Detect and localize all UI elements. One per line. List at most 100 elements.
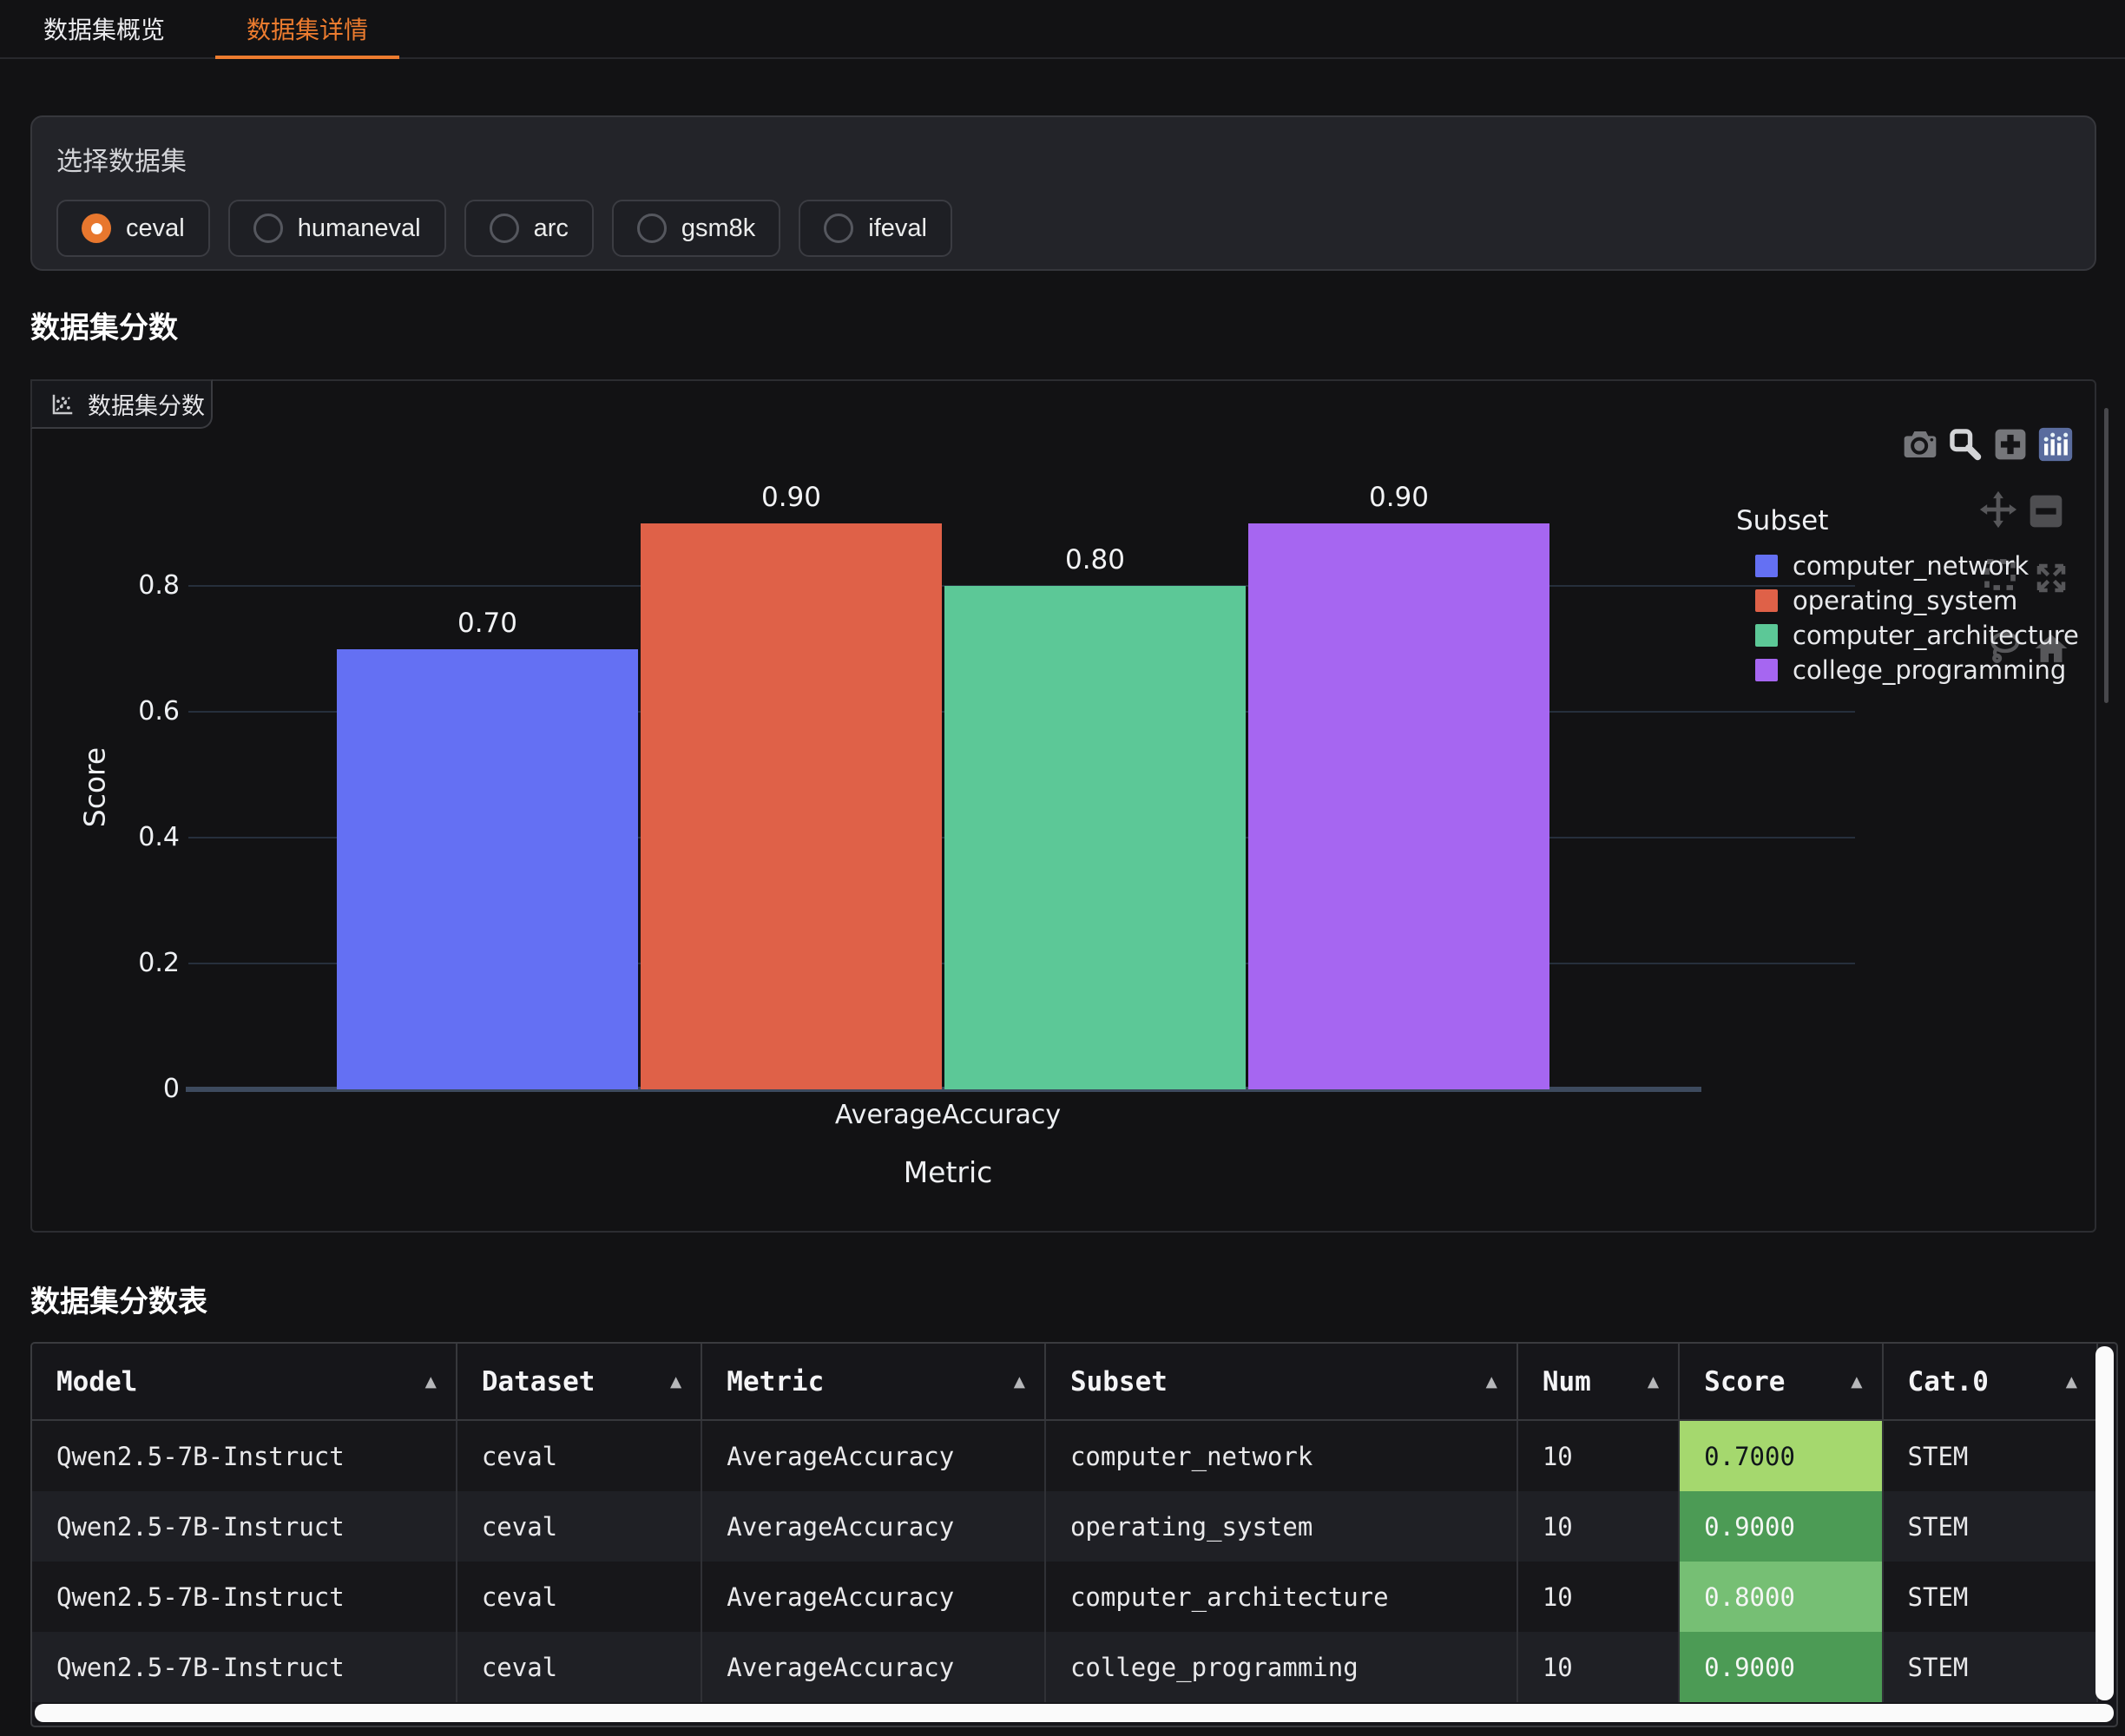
zoom-in-icon[interactable] — [1993, 427, 2028, 462]
radio-unselected-icon — [490, 214, 519, 243]
bar-value-label: 0.80 — [944, 544, 1246, 575]
scatter-plot-icon — [49, 391, 76, 418]
radio-unselected-icon — [824, 214, 853, 243]
cell-dataset: ceval — [457, 1562, 701, 1632]
zoom-icon[interactable] — [1948, 427, 1983, 462]
page-scrollbar-thumb[interactable] — [2104, 408, 2109, 703]
sort-ascending-icon[interactable]: ▲ — [425, 1371, 437, 1392]
column-header-score[interactable]: Score▲ — [1679, 1344, 1882, 1420]
cell-cat-0: STEM — [1883, 1420, 2097, 1491]
column-header-dataset[interactable]: Dataset▲ — [457, 1344, 701, 1420]
legend-item-computer_architecture[interactable]: computer_architecture — [1736, 618, 2079, 653]
table-row: Qwen2.5-7B-InstructcevalAverageAccuracyc… — [32, 1420, 2097, 1491]
y-axis-tick-label: 0.6 — [32, 696, 180, 727]
cell-cat-0: STEM — [1883, 1491, 2097, 1562]
table-section-title: 数据集分数表 — [30, 1278, 207, 1320]
legend-item-label: college_programming — [1793, 655, 2066, 685]
bar-operating_system[interactable] — [641, 523, 942, 1090]
cell-cat-0: STEM — [1883, 1562, 2097, 1632]
sort-ascending-icon[interactable]: ▲ — [670, 1371, 681, 1392]
bar-value-label: 0.90 — [1248, 482, 1549, 513]
sort-ascending-icon[interactable]: ▲ — [1486, 1371, 1497, 1392]
plotly-logo-icon[interactable] — [2038, 427, 2073, 462]
column-header-model[interactable]: Model▲ — [32, 1344, 457, 1420]
sort-ascending-icon[interactable]: ▲ — [1648, 1371, 1659, 1392]
cell-model: Qwen2.5-7B-Instruct — [32, 1420, 457, 1491]
cell-num: 10 — [1517, 1420, 1679, 1491]
table-horizontal-scrollbar[interactable] — [35, 1704, 2114, 1722]
cell-dataset: ceval — [457, 1420, 701, 1491]
table-vertical-scrollbar[interactable] — [2095, 1346, 2114, 1700]
y-axis-title: Score — [78, 747, 112, 827]
bar-college_programming[interactable] — [1248, 523, 1549, 1090]
plot-panel: 数据集分数 — [30, 379, 2096, 1233]
scores-table: Model▲Dataset▲Metric▲Subset▲Num▲Score▲Ca… — [30, 1342, 2118, 1727]
bar-value-label: 0.70 — [337, 608, 638, 639]
cell-num: 10 — [1517, 1562, 1679, 1632]
chart-section-title: 数据集分数 — [30, 304, 178, 346]
column-header-subset[interactable]: Subset▲ — [1045, 1344, 1517, 1420]
app-page: 数据集概览 数据集详情 选择数据集 ceval humaneval arc gsm8k… — [0, 0, 2125, 1736]
cell-num: 10 — [1517, 1632, 1679, 1702]
plot-label: 数据集分数 — [30, 379, 213, 429]
column-header-cat-0[interactable]: Cat.0▲ — [1883, 1344, 2097, 1420]
dataset-radio-ifeval[interactable]: ifeval — [799, 200, 952, 257]
cell-subset: college_programming — [1045, 1632, 1517, 1702]
chart-legend: Subset computer_networkoperating_systemc… — [1736, 505, 2079, 687]
cell-metric: AverageAccuracy — [701, 1420, 1045, 1491]
legend-items: computer_network operating_system computer… — [1736, 549, 2079, 687]
cell-metric: AverageAccuracy — [701, 1562, 1045, 1632]
legend-title: Subset — [1736, 505, 2079, 536]
column-header-num[interactable]: Num▲ — [1517, 1344, 1679, 1420]
tab-bar: 数据集概览 数据集详情 — [0, 0, 2125, 59]
y-axis-tick-label: 0 — [32, 1074, 180, 1105]
cell-dataset: ceval — [457, 1632, 701, 1702]
bar-value-label: 0.90 — [641, 482, 942, 513]
dataset-radio-group: ceval humaneval arc gsm8k ifeval — [56, 200, 2070, 257]
legend-item-label: computer_architecture — [1793, 621, 2079, 650]
cell-metric: AverageAccuracy — [701, 1632, 1045, 1702]
cell-dataset: ceval — [457, 1491, 701, 1562]
radio-label: arc — [534, 214, 569, 243]
legend-item-label: operating_system — [1793, 586, 2017, 615]
radio-label: humaneval — [298, 214, 421, 243]
bar-computer_architecture[interactable] — [944, 586, 1246, 1089]
legend-swatch — [1755, 659, 1778, 681]
legend-swatch — [1755, 555, 1778, 577]
tab-dataset-details[interactable]: 数据集详情 — [215, 0, 399, 57]
column-header-metric[interactable]: Metric▲ — [701, 1344, 1045, 1420]
cell-score: 0.9000 — [1679, 1491, 1882, 1562]
cell-model: Qwen2.5-7B-Instruct — [32, 1562, 457, 1632]
cell-score: 0.7000 — [1679, 1420, 1882, 1491]
bar-computer_network[interactable] — [337, 649, 638, 1090]
radio-label: gsm8k — [681, 214, 755, 243]
dataset-radio-arc[interactable]: arc — [464, 200, 594, 257]
dataset-selector-label: 选择数据集 — [56, 140, 2070, 178]
cell-subset: computer_architecture — [1045, 1562, 1517, 1632]
y-axis-tick-label: 0.2 — [32, 948, 180, 979]
table-header-row: Model▲Dataset▲Metric▲Subset▲Num▲Score▲Ca… — [32, 1344, 2097, 1420]
dataset-radio-ceval[interactable]: ceval — [56, 200, 210, 257]
legend-item-computer_network[interactable]: computer_network — [1736, 549, 2079, 583]
cell-subset: operating_system — [1045, 1491, 1517, 1562]
cell-cat-0: STEM — [1883, 1632, 2097, 1702]
sort-ascending-icon[interactable]: ▲ — [1851, 1371, 1862, 1392]
tab-dataset-overview[interactable]: 数据集概览 — [35, 0, 174, 57]
plot-label-text: 数据集分数 — [88, 387, 205, 421]
sort-ascending-icon[interactable]: ▲ — [2066, 1371, 2077, 1392]
radio-selected-icon — [82, 214, 111, 243]
dataset-radio-gsm8k[interactable]: gsm8k — [612, 200, 780, 257]
legend-item-college_programming[interactable]: college_programming — [1736, 653, 2079, 687]
cell-subset: computer_network — [1045, 1420, 1517, 1491]
dataset-radio-humaneval[interactable]: humaneval — [228, 200, 446, 257]
cell-metric: AverageAccuracy — [701, 1491, 1045, 1562]
radio-label: ifeval — [868, 214, 927, 243]
legend-swatch — [1755, 624, 1778, 647]
table-row: Qwen2.5-7B-InstructcevalAverageAccuracyc… — [32, 1632, 2097, 1702]
plotly-modebar — [1903, 427, 2073, 462]
cell-model: Qwen2.5-7B-Instruct — [32, 1632, 457, 1702]
cell-num: 10 — [1517, 1491, 1679, 1562]
download-plot-icon[interactable] — [1903, 427, 1938, 462]
sort-ascending-icon[interactable]: ▲ — [1014, 1371, 1025, 1392]
legend-item-operating_system[interactable]: operating_system — [1736, 583, 2079, 618]
